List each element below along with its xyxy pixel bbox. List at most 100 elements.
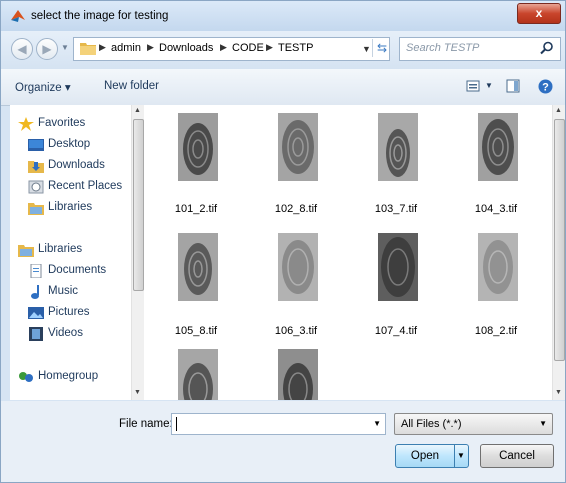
recent-places-icon (28, 180, 44, 194)
forward-button[interactable]: ▶ (36, 38, 58, 60)
file-item[interactable] (251, 347, 341, 400)
search-icon[interactable] (540, 41, 554, 55)
file-item[interactable] (151, 347, 241, 400)
sidebar-item-label: Pictures (48, 306, 90, 318)
sidebar-scroll-thumb[interactable] (133, 119, 144, 291)
breadcrumb-testp[interactable]: TESTP (278, 42, 313, 54)
fingerprint-thumbnail (378, 113, 418, 181)
file-item[interactable]: 103_7.tif (351, 111, 441, 229)
music-note-icon (31, 285, 39, 299)
sidebar-item-label: Libraries (38, 243, 83, 255)
breadcrumb-downloads[interactable]: Downloads (159, 42, 213, 54)
fingerprint-thumbnail (278, 349, 318, 400)
sidebar-item-label: Homegroup (38, 370, 99, 382)
file-name-dropdown-icon[interactable]: ▼ (373, 419, 381, 428)
file-item[interactable]: 102_8.tif (251, 111, 341, 229)
breadcrumb-chevron-icon[interactable]: ▶ (266, 42, 273, 53)
folder-icon (80, 43, 96, 55)
file-list-scrollbar[interactable]: ▲ ▼ (552, 105, 565, 400)
file-item[interactable]: 107_4.tif (351, 229, 441, 347)
search-input[interactable]: Search TESTP (399, 37, 561, 61)
title-bar[interactable]: select the image for testing x (1, 1, 565, 31)
command-toolbar: Organize ▾ New folder ▼ ? (1, 69, 565, 106)
file-open-dialog: select the image for testing x ◀ ▶ ▼ ▶ a… (0, 0, 566, 483)
file-list: 101_2.tif 102_8.tif 103_7.tif 104_3.tif … (144, 105, 565, 400)
star-icon (18, 117, 34, 131)
pictures-icon (28, 307, 44, 319)
text-caret (176, 417, 177, 431)
open-button[interactable]: Open ▼ (395, 444, 469, 468)
address-bar-row: ◀ ▶ ▼ ▶ admin ▶ Downloads ▶ CODE ▶ TESTP… (1, 31, 565, 69)
scroll-up-icon[interactable]: ▲ (134, 107, 141, 114)
sidebar-scrollbar[interactable]: ▲ ▼ (131, 105, 144, 400)
window-title: select the image for testing (31, 10, 169, 22)
libraries-icon (28, 203, 44, 215)
scroll-down-icon[interactable]: ▼ (555, 389, 562, 396)
cancel-button[interactable]: Cancel (480, 444, 554, 468)
file-name: 103_7.tif (374, 203, 418, 215)
breadcrumb-code[interactable]: CODE (232, 42, 264, 54)
open-options-dropdown-icon[interactable]: ▼ (457, 445, 465, 467)
videos-icon (29, 327, 43, 341)
fingerprint-thumbnail (478, 113, 518, 181)
help-icon[interactable]: ? (538, 79, 553, 94)
sidebar-item-label: Favorites (38, 117, 86, 129)
sidebar-item-label: Music (48, 285, 79, 297)
search-placeholder: Search TESTP (406, 42, 480, 54)
breadcrumb-chevron-icon[interactable]: ▶ (220, 42, 227, 53)
homegroup-icon (19, 372, 33, 382)
file-name-label: File name: (119, 418, 173, 430)
file-item[interactable]: 105_8.tif (151, 229, 241, 347)
file-name: 108_2.tif (474, 325, 518, 337)
file-item[interactable]: 106_3.tif (251, 229, 341, 347)
new-folder-button[interactable]: New folder (104, 80, 159, 92)
refresh-icon[interactable]: ⇆ (372, 39, 391, 57)
organize-button[interactable]: Organize ▾ (15, 80, 71, 94)
file-item[interactable]: 108_2.tif (451, 229, 541, 347)
breadcrumb-chevron-icon[interactable]: ▶ (99, 42, 106, 53)
recent-pages-dropdown-icon[interactable]: ▼ (61, 43, 69, 52)
sidebar-item-label: Downloads (48, 159, 105, 171)
back-arrow-icon: ◀ (17, 42, 27, 56)
file-name: 101_2.tif (174, 203, 218, 215)
address-bar[interactable]: ▶ admin ▶ Downloads ▶ CODE ▶ TESTP ▼ ⇆ (73, 37, 390, 61)
open-button-label: Open (410, 450, 440, 462)
svg-text:?: ? (542, 82, 549, 94)
sidebar-item-label: Videos (48, 327, 83, 339)
file-name-input[interactable]: ▼ (171, 413, 386, 435)
sidebar-item-label: Recent Places (48, 180, 123, 192)
scroll-up-icon[interactable]: ▲ (555, 107, 562, 114)
fingerprint-thumbnail (178, 349, 218, 400)
navigation-pane: Favorites Desktop Downloads Recent Place… (10, 105, 144, 400)
file-name: 105_8.tif (174, 325, 218, 337)
libraries-icon (18, 245, 34, 257)
close-icon: x (535, 6, 543, 20)
breadcrumb-admin[interactable]: admin (111, 42, 141, 54)
file-type-select[interactable]: All Files (*.*) ▼ (394, 413, 553, 435)
scroll-down-icon[interactable]: ▼ (134, 389, 141, 396)
chevron-down-icon: ▼ (539, 419, 547, 428)
sidebar-item-label: Libraries (48, 201, 93, 213)
file-list-scroll-thumb[interactable] (554, 119, 565, 361)
forward-arrow-icon: ▶ (42, 42, 52, 56)
fingerprint-thumbnail (278, 113, 318, 181)
file-item[interactable]: 104_3.tif (451, 111, 541, 229)
file-name: 102_8.tif (274, 203, 318, 215)
file-name: 104_3.tif (474, 203, 518, 215)
preview-pane-icon[interactable] (506, 79, 520, 93)
view-options-icon[interactable] (466, 79, 480, 93)
file-type-value: All Files (*.*) (401, 418, 462, 430)
breadcrumb-chevron-icon[interactable]: ▶ (147, 42, 154, 53)
close-button[interactable]: x (517, 3, 561, 24)
file-item[interactable]: 101_2.tif (151, 111, 241, 229)
documents-icon (30, 264, 42, 278)
fingerprint-thumbnail (278, 233, 318, 301)
split-divider (454, 445, 455, 467)
matlab-icon (11, 10, 25, 22)
view-dropdown-icon[interactable]: ▼ (485, 81, 493, 90)
fingerprint-thumbnail (478, 233, 518, 301)
file-name: 106_3.tif (274, 325, 318, 337)
back-button[interactable]: ◀ (11, 38, 33, 60)
sidebar-item-label: Desktop (48, 138, 91, 150)
address-dropdown-icon[interactable]: ▼ (362, 44, 371, 54)
